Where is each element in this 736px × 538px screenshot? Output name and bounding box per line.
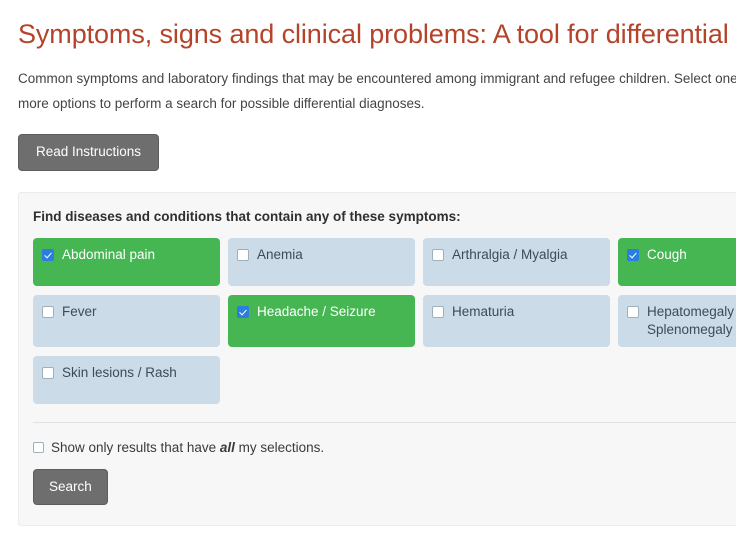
search-button[interactable]: Search	[33, 468, 108, 505]
symptom-option[interactable]: Anemia	[228, 237, 415, 286]
all-text-after: my selections.	[234, 439, 325, 455]
symptom-checkbox[interactable]	[627, 248, 639, 261]
symptom-label: Hepatomegaly / Splenomegaly	[647, 303, 736, 337]
symptom-option[interactable]: Arthralgia / Myalgia	[423, 237, 610, 286]
show-only-all-label: Show only results that have all my selec…	[51, 440, 324, 456]
symptom-label: Fever	[62, 303, 97, 319]
symptom-label: Cough	[647, 246, 687, 262]
symptom-label: Arthralgia / Myalgia	[452, 246, 568, 262]
symptom-label: Headache / Seizure	[257, 303, 376, 319]
symptom-option[interactable]: Fever	[33, 294, 220, 347]
symptom-option[interactable]: Headache / Seizure	[228, 294, 415, 347]
page-title: Symptoms, signs and clinical problems: A…	[18, 19, 736, 49]
search-panel: Find diseases and conditions that contai…	[18, 191, 736, 526]
symptom-option[interactable]: Hematuria	[423, 294, 610, 347]
symptom-option[interactable]: Cough	[618, 237, 736, 286]
symptom-label: Skin lesions / Rash	[62, 364, 177, 380]
symptom-label: Abdominal pain	[62, 246, 156, 262]
symptom-grid: Abdominal pain Anemia Arthralgia / Myalgia…	[33, 237, 736, 413]
all-text-before: Show only results that have	[51, 439, 220, 455]
show-only-all-checkbox[interactable]	[33, 442, 44, 454]
intro-paragraph: Common symptoms and laboratory findings …	[18, 71, 736, 112]
panel-heading: Find diseases and conditions that contai…	[33, 208, 461, 224]
symptom-checkbox[interactable]	[237, 305, 249, 318]
symptom-label: Hematuria	[452, 303, 515, 319]
symptom-option[interactable]: Hepatomegaly / Splenomegaly	[618, 294, 736, 347]
symptom-checkbox[interactable]	[42, 305, 54, 318]
page-container: Symptoms, signs and clinical problems: A…	[0, 0, 736, 526]
symptom-checkbox[interactable]	[627, 305, 639, 318]
symptom-checkbox[interactable]	[432, 305, 444, 318]
symptom-option[interactable]: Skin lesions / Rash	[33, 355, 220, 404]
read-instructions-button[interactable]: Read Instructions	[18, 134, 160, 171]
all-emphasis: all	[219, 439, 235, 455]
symptom-label: Anemia	[257, 246, 303, 262]
show-only-all-option[interactable]: Show only results that have all my selec…	[33, 440, 736, 456]
search-button-row: Search	[33, 456, 736, 505]
symptom-checkbox[interactable]	[237, 248, 249, 261]
symptom-checkbox[interactable]	[42, 248, 54, 261]
symptom-option[interactable]: Abdominal pain	[33, 237, 220, 286]
symptom-checkbox[interactable]	[42, 366, 54, 379]
symptom-checkbox[interactable]	[432, 248, 444, 261]
panel-divider	[33, 421, 736, 423]
